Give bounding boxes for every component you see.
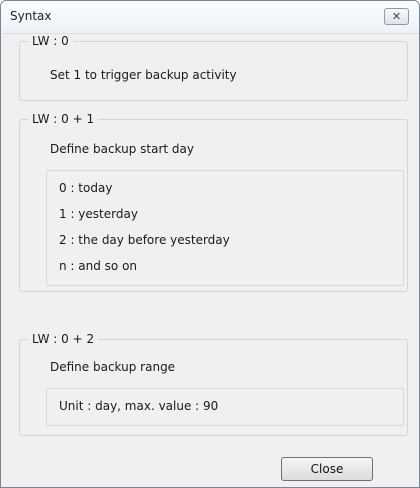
close-window-button[interactable]: ✕: [384, 8, 409, 25]
close-icon: ✕: [391, 10, 402, 23]
group-label: LW : 0 + 2: [28, 332, 99, 346]
group-description: Define backup range: [50, 360, 176, 374]
syntax-dialog: Syntax ✕ LW : 0 Set 1 to trigger backup …: [0, 0, 420, 488]
list-item: 0 : today: [59, 181, 113, 195]
close-button[interactable]: Close: [281, 457, 373, 481]
list-item: n : and so on: [59, 259, 138, 273]
range-info-text: Unit : day, max. value : 90: [59, 399, 219, 413]
group-lw-0-plus-2: LW : 0 + 2 Define backup range Unit : da…: [19, 332, 408, 436]
range-info-box: Unit : day, max. value : 90: [46, 388, 404, 426]
title-bar: Syntax ✕: [1, 1, 419, 34]
window-title: Syntax: [10, 9, 52, 23]
start-day-options: 0 : today 1 : yesterday 2 : the day befo…: [46, 170, 404, 286]
group-description: Set 1 to trigger backup activity: [50, 68, 237, 82]
group-description: Define backup start day: [50, 142, 195, 156]
list-item: 1 : yesterday: [59, 207, 138, 221]
group-lw-0-plus-1: LW : 0 + 1 Define backup start day 0 : t…: [19, 112, 408, 292]
group-lw-0: LW : 0 Set 1 to trigger backup activity: [19, 34, 408, 101]
dialog-content: LW : 0 Set 1 to trigger backup activity …: [11, 34, 409, 481]
group-label: LW : 0 + 1: [28, 112, 99, 126]
list-item: 2 : the day before yesterday: [59, 233, 230, 247]
group-label: LW : 0: [28, 34, 73, 48]
